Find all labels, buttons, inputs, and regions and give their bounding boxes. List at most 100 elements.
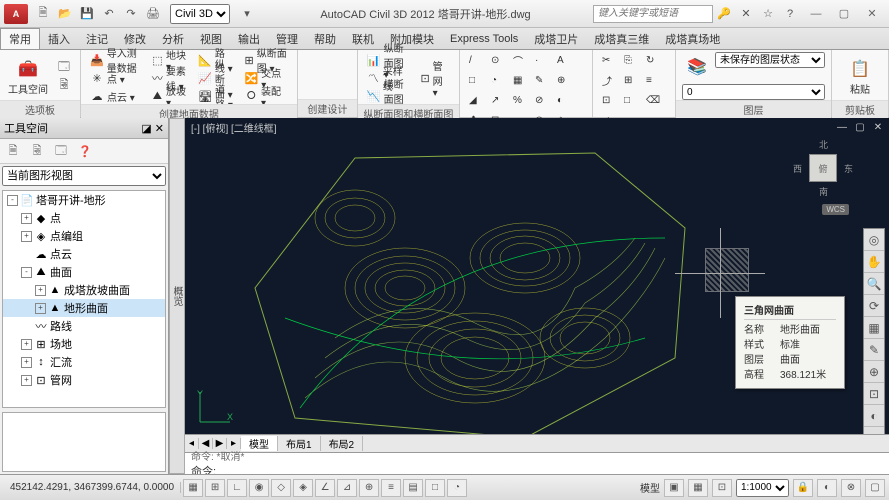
3dosnap-toggle[interactable]: ◈ <box>293 479 313 497</box>
infocenter-icon[interactable]: 🔑 <box>714 4 734 24</box>
ribbon-tool-icon[interactable]: ⤴ <box>599 72 617 88</box>
ribbon-small-btn[interactable]: 🗔 <box>54 59 74 75</box>
polar-toggle[interactable]: ◉ <box>249 479 269 497</box>
coordinate-readout[interactable]: 452142.4291, 3467399.6744, 0.0000 <box>4 482 181 493</box>
lwt-toggle[interactable]: ≡ <box>381 479 401 497</box>
viewport-label[interactable]: [-] [俯视] [二维线框] <box>191 120 277 135</box>
ribbon-tool-icon[interactable]: % <box>510 92 528 108</box>
tree-node[interactable]: +◈点编组 <box>3 227 165 245</box>
tree-node[interactable]: -⛰曲面 <box>3 263 165 281</box>
qat-redo-icon[interactable]: ↷ <box>121 4 141 24</box>
toolspace-button[interactable]: 🧰工具空间 <box>6 52 50 100</box>
close-button[interactable]: ✕ <box>859 5 885 23</box>
vp-close-icon[interactable]: ✕ <box>871 120 885 134</box>
tree-toggle-icon[interactable]: + <box>35 303 46 314</box>
tree-toggle-icon[interactable]: - <box>7 195 18 206</box>
view-cube[interactable]: 北 南 西 东 俯 <box>793 138 853 198</box>
menu-item[interactable]: 常用 <box>0 28 40 49</box>
tree-node[interactable]: +▲成塔放坡曲面 <box>3 281 165 299</box>
nav-wheel-icon[interactable]: ◎ <box>864 229 884 251</box>
maximize-button[interactable]: ▢ <box>831 5 857 23</box>
favorite-icon[interactable]: ☆ <box>758 4 778 24</box>
ribbon-tool-icon[interactable]: A <box>554 52 572 68</box>
nav-tool-icon[interactable]: ◐ <box>864 405 884 427</box>
ortho-toggle[interactable]: ∟ <box>227 479 247 497</box>
tree-node[interactable]: +⊞场地 <box>3 335 165 353</box>
tree-toggle-icon[interactable]: + <box>21 357 32 368</box>
palette-tool-icon[interactable]: ❓ <box>75 141 95 161</box>
app-icon[interactable]: A <box>4 4 28 24</box>
qp-toggle[interactable]: □ <box>425 479 445 497</box>
ribbon-tool-icon[interactable]: ✎ <box>532 72 550 88</box>
status-tool-icon[interactable]: ⊡ <box>712 479 732 497</box>
ribbon-item[interactable]: ✳点 ▾ <box>87 70 145 86</box>
nav-pan-icon[interactable]: ✋ <box>864 251 884 273</box>
ribbon-item[interactable]: 📥导入测量数据 <box>87 52 145 68</box>
status-tool-icon[interactable]: ⊗ <box>841 479 861 497</box>
ribbon-small-btn[interactable]: 🗟 <box>54 77 74 93</box>
command-line[interactable]: 命令: *取消* 命令: <box>185 452 889 474</box>
ribbon-tool-icon[interactable]: ◔ <box>488 72 506 88</box>
tree-node[interactable]: 〰路线 <box>3 317 165 335</box>
palette-tool-icon[interactable]: 🗔 <box>51 141 71 161</box>
menu-item[interactable]: 帮助 <box>306 28 344 49</box>
qat-save-icon[interactable]: 💾 <box>77 4 97 24</box>
cube-top-face[interactable]: 俯 <box>809 154 837 182</box>
nav-showmotion-icon[interactable]: ▦ <box>864 317 884 339</box>
menu-item[interactable]: 分析 <box>154 28 192 49</box>
help-icon[interactable]: ? <box>780 4 800 24</box>
ribbon-tool-icon[interactable]: ⊞ <box>621 72 639 88</box>
menu-item[interactable]: Express Tools <box>442 28 526 49</box>
prospector-tree[interactable]: -📄塔哥开讲-地形+◆点+◈点编组☁点云-⛰曲面+▲成塔放坡曲面+▲地形曲面〰路… <box>2 190 166 408</box>
menu-item[interactable]: 成塔卫片 <box>526 28 586 49</box>
ribbon-tool-icon[interactable]: □ <box>621 92 639 108</box>
nav-tool-icon[interactable]: ✎ <box>864 339 884 361</box>
ribbon-tool-icon[interactable]: ▦ <box>510 72 528 88</box>
dyn-toggle[interactable]: ⊕ <box>359 479 379 497</box>
nav-orbit-icon[interactable]: ⟳ <box>864 295 884 317</box>
vp-minimize-icon[interactable]: — <box>835 120 849 134</box>
search-input[interactable] <box>593 5 713 23</box>
tree-toggle-icon[interactable]: + <box>35 285 46 296</box>
tree-node[interactable]: +◆点 <box>3 209 165 227</box>
ribbon-tool-icon[interactable]: ⌒ <box>510 52 528 68</box>
qat-undo-icon[interactable]: ↶ <box>99 4 119 24</box>
ribbon-tool-icon[interactable]: ⊕ <box>554 72 572 88</box>
layer-combo[interactable]: 0 <box>682 84 825 100</box>
ribbon-tool-icon[interactable]: ↗ <box>488 92 506 108</box>
palette-side-tab[interactable]: 概览 <box>169 118 185 474</box>
osnap-toggle[interactable]: ◇ <box>271 479 291 497</box>
model-viewport[interactable]: [-] [俯视] [二维线框] — ▢ ✕ <box>185 118 889 474</box>
menu-item[interactable]: 插入 <box>40 28 78 49</box>
ribbon-item[interactable]: ⭘装配 ▾ <box>242 88 291 104</box>
nav-zoom-icon[interactable]: 🔍 <box>864 273 884 295</box>
workspace-select[interactable]: Civil 3D <box>170 4 230 24</box>
ribbon-item[interactable]: 🛣道路 ▾ <box>195 88 237 104</box>
sc-toggle[interactable]: ◔ <box>447 479 467 497</box>
tree-node[interactable]: +↕汇流 <box>3 353 165 371</box>
minimize-button[interactable]: — <box>803 5 829 23</box>
tree-node[interactable]: -📄塔哥开讲-地形 <box>3 191 165 209</box>
qat-new-icon[interactable]: 🗎 <box>33 4 53 24</box>
qat-dropdown-icon[interactable]: ▾ <box>237 4 257 24</box>
ribbon-tool-icon[interactable]: · <box>532 52 550 68</box>
ribbon-tool-icon[interactable]: ✂ <box>599 52 617 68</box>
view-filter-combo[interactable]: 当前图形视图 <box>2 166 166 186</box>
palette-tool-icon[interactable]: 🗟 <box>27 141 47 161</box>
ribbon-tool-icon[interactable]: ↻ <box>643 52 661 68</box>
qat-open-icon[interactable]: 📂 <box>55 4 75 24</box>
status-tool-icon[interactable]: ▦ <box>688 479 708 497</box>
ribbon-item[interactable]: ⊡管网 ▾ <box>417 70 453 86</box>
ribbon-tool-icon[interactable]: ≡ <box>643 72 661 88</box>
ribbon-tool-icon[interactable]: ⌫ <box>643 92 661 108</box>
wcs-badge[interactable]: WCS <box>822 204 849 215</box>
tree-toggle-icon[interactable]: + <box>21 375 32 386</box>
nav-tool-icon[interactable]: ⊡ <box>864 383 884 405</box>
paste-button[interactable]: 📋粘贴 <box>838 52 882 100</box>
exchange-icon[interactable]: ✕ <box>736 4 756 24</box>
tree-node[interactable]: +▲地形曲面 <box>3 299 165 317</box>
tree-toggle-icon[interactable]: - <box>21 267 32 278</box>
ribbon-tool-icon[interactable]: ⊙ <box>488 52 506 68</box>
ribbon-tool-icon[interactable]: □ <box>466 72 484 88</box>
otrack-toggle[interactable]: ∠ <box>315 479 335 497</box>
